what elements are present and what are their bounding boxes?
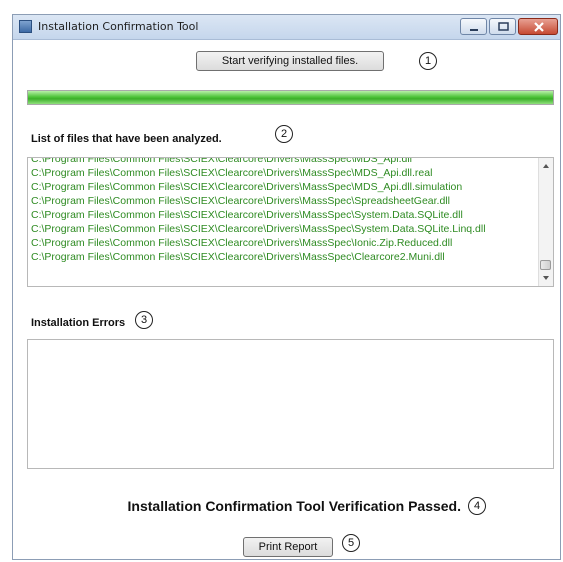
title-bar[interactable]: Installation Confirmation Tool	[13, 15, 560, 40]
minimize-button[interactable]	[460, 18, 487, 35]
maximize-button[interactable]	[489, 18, 516, 35]
list-item: C:\Program Files\Common Files\SCIEX\Clea…	[31, 209, 463, 221]
list-item: C:\Program Files\Common Files\SCIEX\Clea…	[31, 237, 453, 249]
verification-progress-bar	[27, 90, 554, 105]
verification-status-message: Installation Confirmation Tool Verificat…	[127, 498, 461, 514]
analyzed-files-list[interactable]: C:\Program Files\Common Files\SCIEX\Clea…	[27, 157, 554, 287]
maximize-icon	[498, 22, 509, 31]
installation-errors-heading: Installation Errors	[31, 317, 126, 329]
scroll-thumb[interactable]	[540, 260, 551, 270]
scroll-up-icon[interactable]	[543, 164, 549, 168]
callout-marker-2: 2	[275, 125, 293, 143]
list-item: C:\Program Files\Common Files\SCIEX\Clea…	[31, 223, 486, 235]
files-list-heading: List of files that have been analyzed.	[31, 133, 222, 145]
files-list-scrollbar[interactable]	[538, 158, 553, 286]
close-icon	[534, 22, 544, 32]
list-item: C:\Program Files\Common Files\SCIEX\Clea…	[31, 157, 413, 165]
minimize-icon	[470, 29, 478, 31]
app-icon	[19, 20, 32, 33]
installation-errors-box[interactable]	[27, 339, 554, 469]
file-lines: C:\Program Files\Common Files\SCIEX\Clea…	[31, 157, 486, 264]
list-item: C:\Program Files\Common Files\SCIEX\Clea…	[31, 195, 450, 207]
callout-marker-5: 5	[342, 534, 360, 552]
callout-marker-3: 3	[135, 311, 153, 329]
list-item: C:\Program Files\Common Files\SCIEX\Clea…	[31, 181, 463, 193]
start-verifying-button[interactable]: Start verifying installed files.	[196, 51, 384, 71]
print-report-button[interactable]: Print Report	[243, 537, 333, 557]
window-title: Installation Confirmation Tool	[38, 20, 199, 33]
progress-fill	[28, 91, 553, 104]
list-item: C:\Program Files\Common Files\SCIEX\Clea…	[31, 167, 433, 179]
callout-marker-1: 1	[419, 52, 437, 70]
scroll-down-icon[interactable]	[543, 276, 549, 280]
main-window: Installation Confirmation Tool Start ver…	[12, 14, 561, 560]
close-button[interactable]	[518, 18, 558, 35]
callout-marker-4: 4	[468, 497, 486, 515]
list-item: C:\Program Files\Common Files\SCIEX\Clea…	[31, 251, 445, 263]
